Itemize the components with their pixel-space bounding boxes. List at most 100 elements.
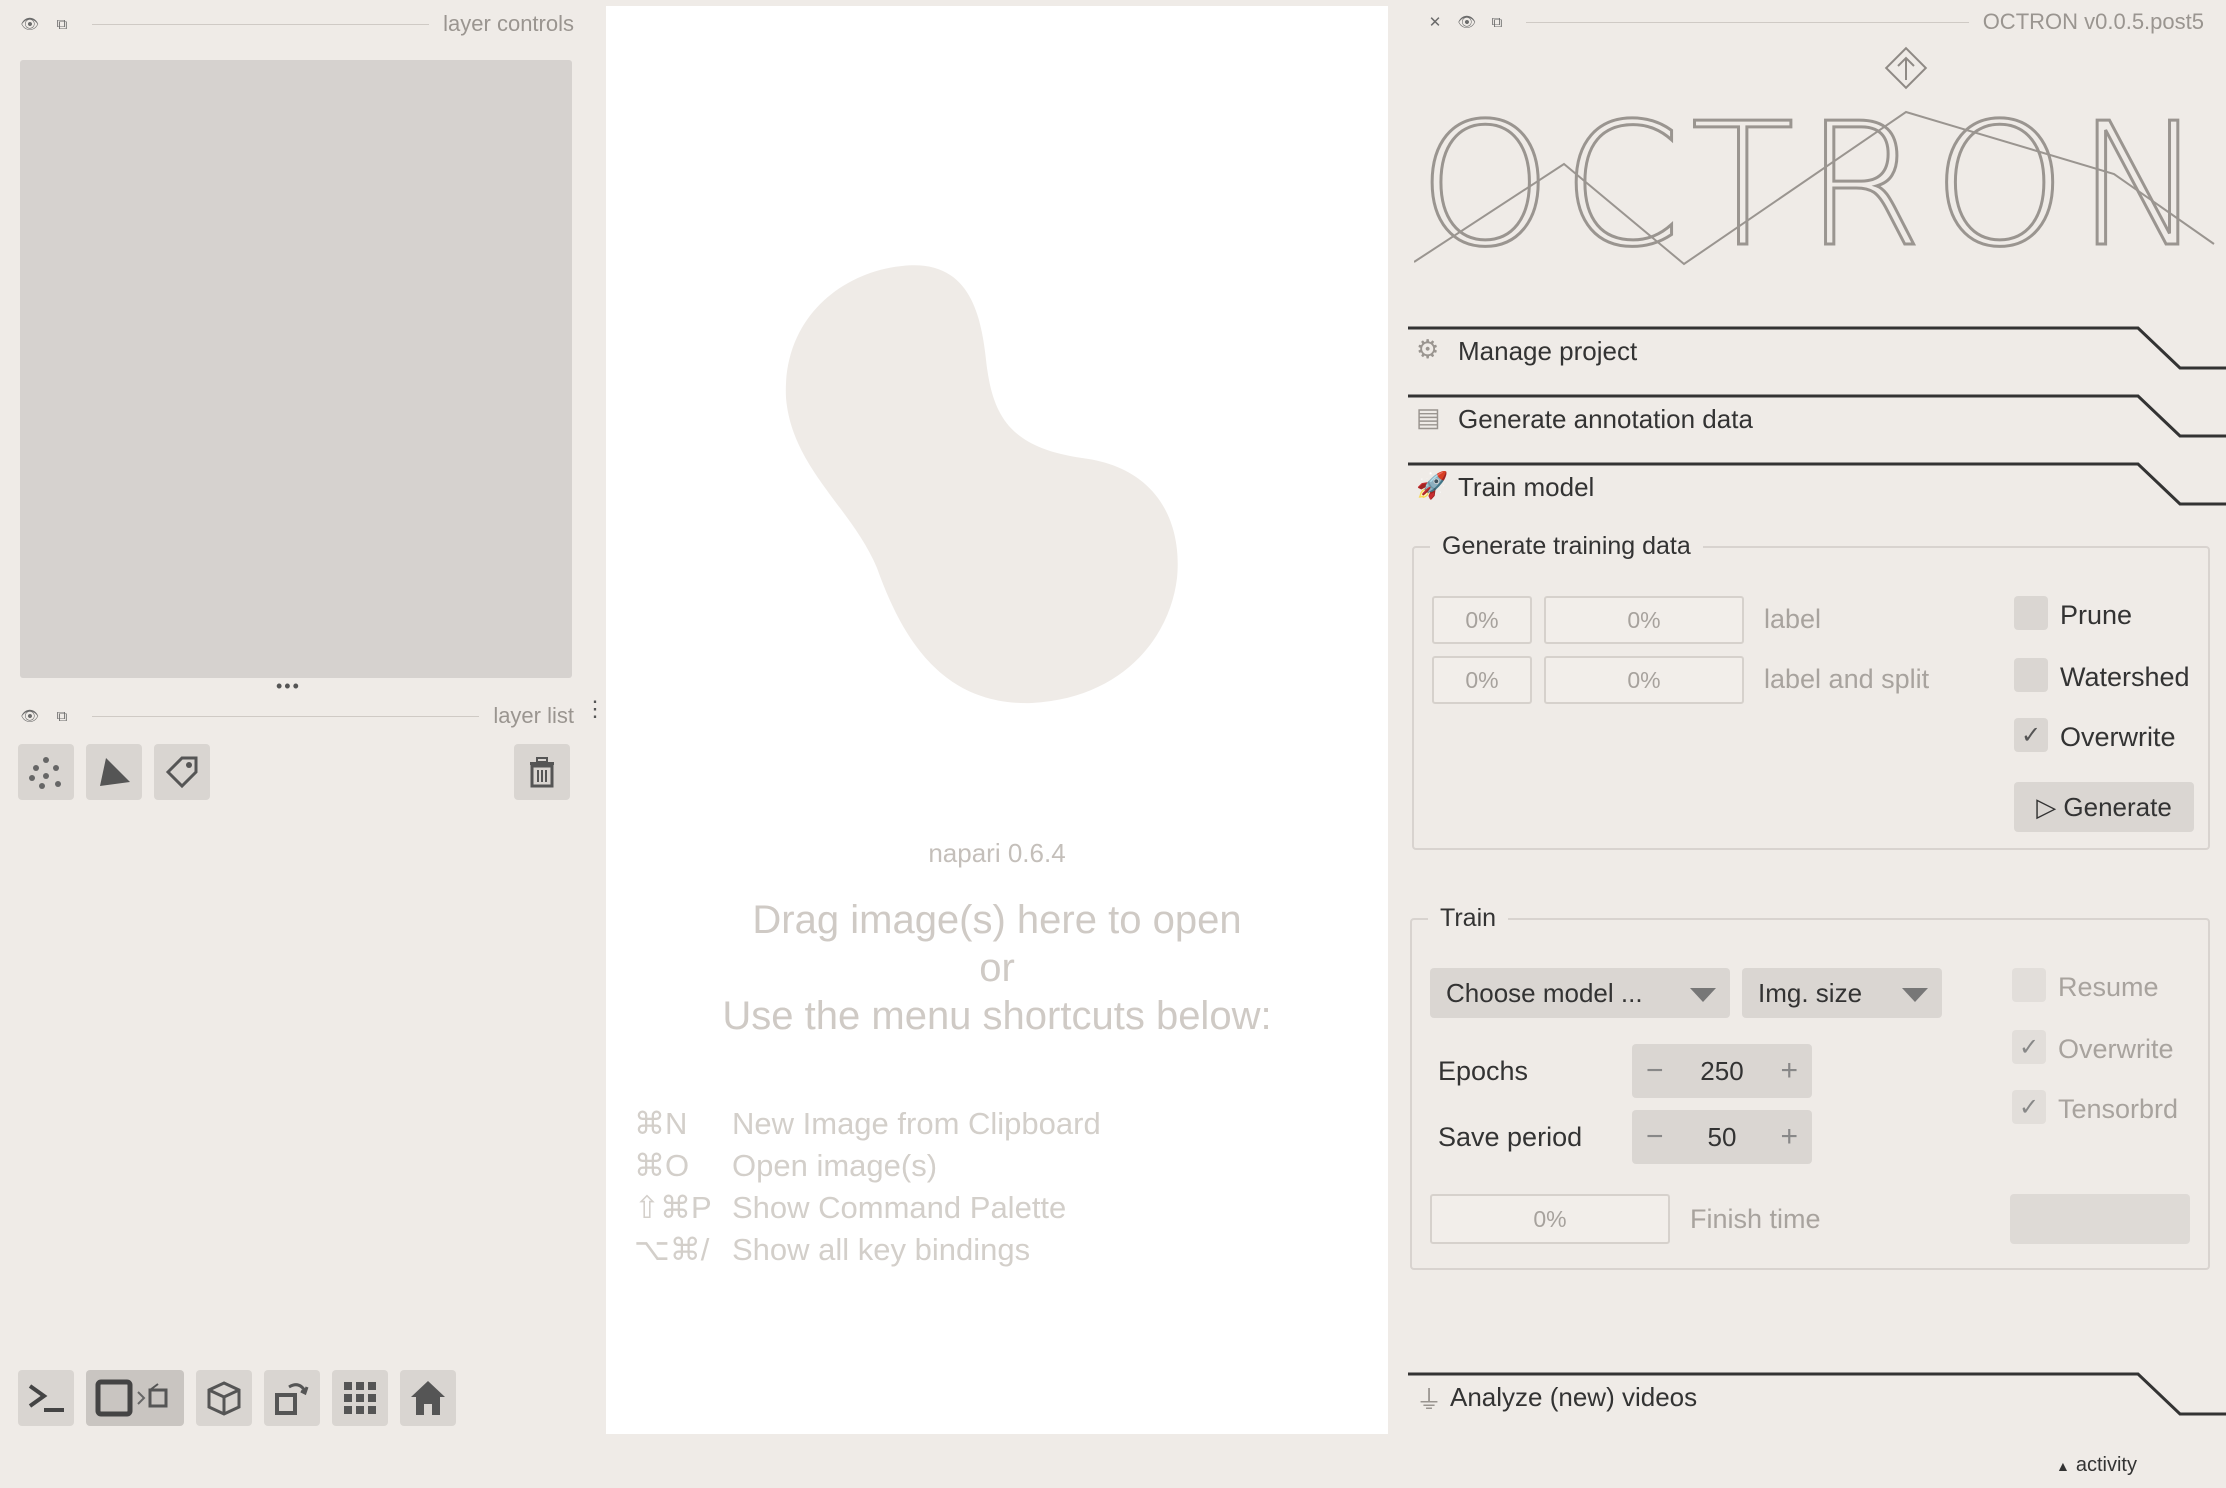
console-button[interactable]: [18, 1370, 74, 1426]
layer-list-header: 👁 ⧉ layer list: [14, 700, 574, 732]
shortcut-row: ⌘O Open image(s): [634, 1148, 937, 1184]
new-points-layer-button[interactable]: [18, 744, 74, 800]
layer-controls-area: [20, 60, 572, 678]
more-menu-icon[interactable]: ⋮: [584, 698, 606, 720]
layer-controls-title: layer controls: [443, 11, 574, 36]
eye-icon[interactable]: 👁: [14, 15, 46, 33]
chevron-down-icon: [1690, 988, 1716, 1002]
img-size-select[interactable]: Img. size: [1742, 968, 1942, 1018]
drag-instruction-line2: or: [979, 946, 1015, 990]
float-icon[interactable]: ⧉: [1482, 14, 1512, 31]
eye-icon[interactable]: 👁: [14, 707, 46, 725]
float-icon[interactable]: ⧉: [46, 16, 78, 33]
chevron-down-icon: [1902, 988, 1928, 1002]
minus-icon[interactable]: −: [1646, 1054, 1664, 1088]
prune-checkbox[interactable]: [2014, 596, 2048, 630]
napari-logo-blob: [785, 265, 1178, 704]
transpose-icon: [275, 1383, 309, 1415]
points-icon: [29, 757, 61, 789]
gear-icon: ⚙: [1416, 334, 1440, 364]
analyze-videos-section[interactable]: ⏚ Analyze (new) videos: [1408, 1372, 2226, 1432]
checkmark-icon: ✓: [2020, 721, 2042, 749]
shortcut-row: ⌥⌘/ Show all key bindings: [634, 1232, 1030, 1268]
shortcut-key: ⌥⌘/: [634, 1232, 710, 1267]
img-size-value: Img. size: [1758, 977, 1863, 1008]
float-icon[interactable]: ⧉: [46, 708, 78, 725]
generate-button[interactable]: ▷ Generate: [2014, 782, 2194, 832]
epochs-value[interactable]: 250: [1700, 1056, 1743, 1087]
overwrite-label: Overwrite: [2060, 722, 2176, 752]
generate-training-data-title: Generate training data: [1430, 532, 1703, 561]
minus-icon[interactable]: −: [1646, 1120, 1664, 1154]
new-shapes-layer-button[interactable]: [86, 744, 142, 800]
shapes-icon: [100, 758, 130, 786]
console-icon: [28, 1384, 64, 1412]
tensorboard-checkbox[interactable]: ✓: [2012, 1090, 2046, 1124]
plugin-title: OCTRON v0.0.5.post5: [1982, 9, 2204, 34]
annotation-section[interactable]: ▤ Generate annotation data: [1408, 394, 2226, 454]
train-button[interactable]: [2010, 1194, 2190, 1244]
close-icon[interactable]: ✕: [1418, 13, 1452, 31]
label-progress-label: label: [1764, 604, 1822, 634]
drag-instruction-line1: Drag image(s) here to open: [752, 898, 1242, 942]
overwrite-checkbox[interactable]: ✓: [2014, 718, 2048, 752]
save-period-value[interactable]: 50: [1708, 1122, 1737, 1153]
plus-icon[interactable]: +: [1780, 1120, 1798, 1154]
train-model-section[interactable]: 🚀 Train model: [1408, 462, 2226, 522]
checkmark-icon: ✓: [2018, 1033, 2040, 1061]
watershed-checkbox[interactable]: [2014, 658, 2048, 692]
train-title: Train: [1428, 904, 1509, 933]
progress-bar: 0%: [1432, 656, 1532, 704]
progress-bar: 0%: [1432, 596, 1532, 644]
grid-view-button[interactable]: [332, 1370, 388, 1426]
plus-icon[interactable]: +: [1780, 1054, 1798, 1088]
shortcut-key: ⌘O: [634, 1148, 690, 1183]
annotation-label: Generate annotation data: [1458, 404, 1753, 434]
shortcut-key: ⌘N: [634, 1106, 688, 1141]
resume-checkbox[interactable]: [2012, 968, 2046, 1002]
layer-controls-header: 👁 ⧉ layer controls: [14, 8, 574, 40]
resize-handle[interactable]: •••: [276, 676, 301, 697]
svg-text:OCTRON: OCTRON: [1418, 87, 2213, 272]
shortcut-row: ⇧⌘P Show Command Palette: [634, 1190, 1066, 1226]
caret-up-icon: ▲: [2056, 1457, 2070, 1474]
tensorboard-label: Tensorbrd: [2058, 1094, 2179, 1124]
grid-icon: [344, 1382, 376, 1414]
layer-list-title: layer list: [493, 703, 574, 728]
home-button[interactable]: [400, 1370, 456, 1426]
model-select[interactable]: Choose model ...: [1430, 968, 1730, 1018]
train-overwrite-checkbox[interactable]: ✓: [2012, 1030, 2046, 1064]
ndisplay-toggle-icon: [95, 1379, 168, 1417]
manage-project-section[interactable]: ⚙ Manage project: [1408, 326, 2226, 386]
analyze-videos-label: Analyze (new) videos: [1450, 1382, 1698, 1412]
transpose-button[interactable]: [264, 1370, 320, 1426]
annotation-icon: ▤: [1416, 402, 1441, 432]
save-period-stepper[interactable]: − 50 +: [1632, 1110, 1812, 1164]
train-progress-bar: 0%: [1430, 1194, 1670, 1244]
checkmark-icon: ✓: [2018, 1093, 2040, 1121]
roll-dims-button[interactable]: [196, 1370, 252, 1426]
eye-icon[interactable]: 👁: [1452, 13, 1482, 31]
delete-layer-button[interactable]: [514, 744, 570, 800]
new-labels-layer-button[interactable]: [154, 744, 210, 800]
roll-dims-icon: [207, 1381, 241, 1416]
shortcut-key: ⇧⌘P: [634, 1190, 712, 1225]
epochs-stepper[interactable]: − 250 +: [1632, 1044, 1812, 1098]
napari-version: napari 0.6.4: [928, 838, 1066, 868]
activity-toggle[interactable]: ▲ activity: [2056, 1454, 2137, 1477]
viewer-canvas[interactable]: napari 0.6.4 Drag image(s) here to open …: [606, 6, 1388, 1434]
save-period-label: Save period: [1438, 1122, 1583, 1152]
labels-icon: [165, 756, 198, 789]
activity-label: activity: [2075, 1454, 2137, 1476]
epochs-label: Epochs: [1438, 1056, 1529, 1086]
progress-bar: 0%: [1544, 656, 1744, 704]
model-select-value: Choose model ...: [1446, 977, 1643, 1008]
shortcut-label: New Image from Clipboard: [732, 1106, 1101, 1141]
rocket-icon: 🚀: [1416, 470, 1449, 500]
drag-instruction-line3: Use the menu shortcuts below:: [722, 994, 1272, 1038]
ndisplay-toggle-button[interactable]: [86, 1370, 184, 1426]
octron-logo: OCTRON: [1414, 46, 2215, 272]
train-overwrite-label: Overwrite: [2058, 1034, 2174, 1064]
home-icon: [411, 1381, 445, 1415]
finish-time-label: Finish time: [1690, 1204, 1821, 1234]
